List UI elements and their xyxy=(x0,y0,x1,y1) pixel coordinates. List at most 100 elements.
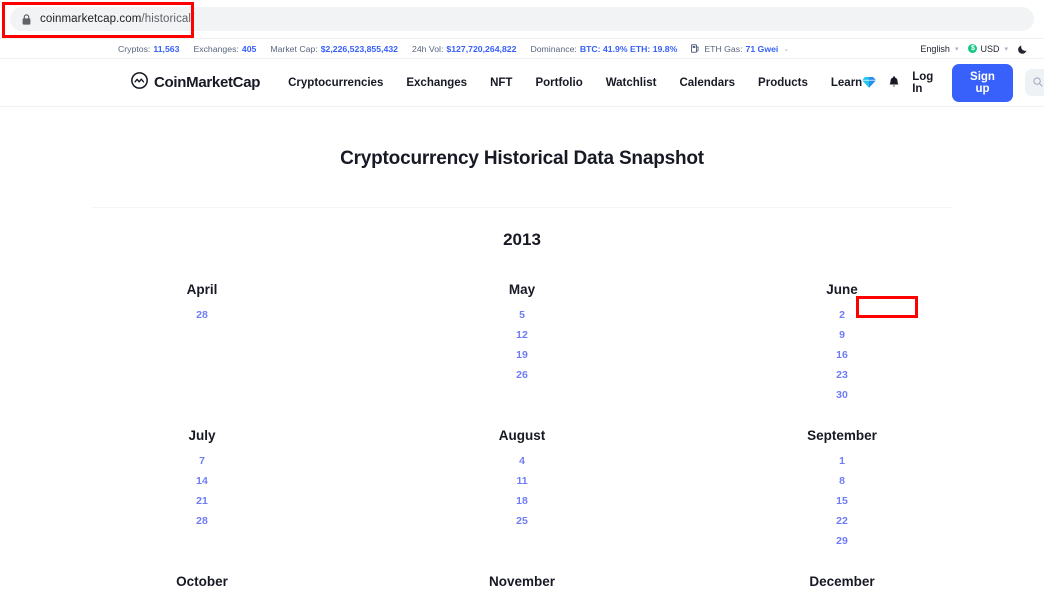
day-link[interactable]: 4 xyxy=(362,455,682,468)
stat-exchanges-value: 405 xyxy=(242,44,257,54)
day-link[interactable]: 15 xyxy=(682,495,1002,508)
chevron-down-icon: ▾ xyxy=(1004,45,1008,53)
day-link[interactable]: 21 xyxy=(42,495,362,508)
month-name: December xyxy=(682,574,1002,589)
month-name: November xyxy=(362,574,682,589)
day-link-june-2[interactable]: 2 xyxy=(682,309,1002,322)
day-list: 2 9 16 23 30 xyxy=(682,309,1002,402)
day-link[interactable]: 8 xyxy=(682,475,1002,488)
day-link[interactable]: 16 xyxy=(682,349,1002,362)
stat-dominance-label: Dominance: xyxy=(530,44,576,54)
main-navigation: CoinMarketCap Cryptocurrencies Exchanges… xyxy=(0,59,1044,107)
day-link[interactable]: 1 xyxy=(682,455,1002,468)
nav-link-cryptocurrencies[interactable]: Cryptocurrencies xyxy=(288,77,383,89)
nav-actions: Log In Sign up Search / xyxy=(862,64,1044,102)
language-label: English xyxy=(920,44,950,54)
day-link[interactable]: 23 xyxy=(682,369,1002,382)
stat-market-cap[interactable]: Market Cap: $2,226,523,855,432 xyxy=(270,44,398,54)
chevron-down-icon: ⌄ xyxy=(783,45,789,53)
day-list: 7 14 21 28 xyxy=(42,455,362,528)
stat-eth-gas-value: 71 Gwei xyxy=(745,44,778,54)
month-block-september: September 1 8 15 22 29 xyxy=(682,428,1002,548)
stat-exchanges[interactable]: Exchanges: 405 xyxy=(193,44,256,54)
month-block-november: November 3 10 xyxy=(362,574,682,592)
browser-toolbar: coinmarketcap.com/historical/ xyxy=(0,0,1044,38)
stat-eth-gas[interactable]: ETH Gas: 71 Gwei ⌄ xyxy=(691,44,789,54)
day-link[interactable]: 5 xyxy=(362,309,682,322)
url-path: /historical/ xyxy=(141,13,194,25)
chevron-down-icon: ▾ xyxy=(955,45,959,53)
nav-link-watchlist[interactable]: Watchlist xyxy=(606,77,657,89)
logo[interactable]: CoinMarketCap xyxy=(131,72,260,94)
nav-link-nft[interactable]: NFT xyxy=(490,77,512,89)
day-link[interactable]: 19 xyxy=(362,349,682,362)
stat-cryptos[interactable]: Cryptos: 11,563 xyxy=(118,44,179,54)
day-link[interactable]: 9 xyxy=(682,329,1002,342)
stat-market-cap-label: Market Cap: xyxy=(270,44,317,54)
day-link[interactable]: 14 xyxy=(42,475,362,488)
language-selector[interactable]: English ▾ xyxy=(920,44,958,54)
currency-selector[interactable]: $ USD ▾ xyxy=(968,44,1008,54)
moon-icon[interactable] xyxy=(1018,44,1028,54)
year-heading: 2013 xyxy=(0,230,1044,250)
day-link[interactable]: 29 xyxy=(682,535,1002,548)
stat-dominance[interactable]: Dominance: BTC: 41.9% ETH: 19.8% xyxy=(530,44,677,54)
coinmarketcap-logo-icon xyxy=(131,72,148,94)
bell-icon[interactable] xyxy=(888,76,900,89)
stat-24h-vol[interactable]: 24h Vol: $127,720,264,822 xyxy=(412,44,516,54)
login-button[interactable]: Log In xyxy=(912,71,940,95)
day-list: 1 8 15 22 29 xyxy=(682,455,1002,548)
day-link[interactable]: 25 xyxy=(362,515,682,528)
stat-24h-vol-label: 24h Vol: xyxy=(412,44,443,54)
historical-calendar-grid: April 28 May 5 12 19 26 June 2 9 16 23 3… xyxy=(42,250,1002,592)
day-link[interactable]: 18 xyxy=(362,495,682,508)
month-block-may: May 5 12 19 26 xyxy=(362,282,682,402)
month-name: May xyxy=(362,282,682,297)
month-name: August xyxy=(362,428,682,443)
month-block-december: December 1 8 xyxy=(682,574,1002,592)
signup-button[interactable]: Sign up xyxy=(952,64,1012,102)
month-name: September xyxy=(682,428,1002,443)
search-input[interactable]: Search / xyxy=(1025,69,1044,96)
day-link[interactable]: 28 xyxy=(42,309,362,322)
nav-link-learn[interactable]: Learn xyxy=(831,77,862,89)
month-block-june: June 2 9 16 23 30 xyxy=(682,282,1002,402)
day-list: 4 11 18 25 xyxy=(362,455,682,528)
nav-links: Cryptocurrencies Exchanges NFT Portfolio… xyxy=(288,77,862,89)
day-list: 5 12 19 26 xyxy=(362,309,682,382)
nav-link-products[interactable]: Products xyxy=(758,77,808,89)
day-link[interactable]: 11 xyxy=(362,475,682,488)
month-block-august: August 4 11 18 25 xyxy=(362,428,682,548)
stat-cryptos-label: Cryptos: xyxy=(118,44,150,54)
day-link[interactable]: 30 xyxy=(682,389,1002,402)
month-name: April xyxy=(42,282,362,297)
day-link[interactable]: 7 xyxy=(42,455,362,468)
stat-cryptos-value: 11,563 xyxy=(153,44,179,54)
month-block-july: July 7 14 21 28 xyxy=(42,428,362,548)
day-link[interactable]: 28 xyxy=(42,515,362,528)
global-stats-bar: Cryptos: 11,563 Exchanges: 405 Market Ca… xyxy=(0,38,1044,59)
nav-link-calendars[interactable]: Calendars xyxy=(679,77,735,89)
stat-24h-vol-value: $127,720,264,822 xyxy=(446,44,516,54)
month-block-april: April 28 xyxy=(42,282,362,402)
day-link[interactable]: 22 xyxy=(682,515,1002,528)
day-link[interactable]: 26 xyxy=(362,369,682,382)
brand-name: CoinMarketCap xyxy=(154,74,260,91)
stat-dominance-value: BTC: 41.9% ETH: 19.8% xyxy=(580,44,678,54)
currency-label: USD xyxy=(980,44,999,54)
day-list: 28 xyxy=(42,309,362,322)
month-name: July xyxy=(42,428,362,443)
day-link[interactable]: 12 xyxy=(362,329,682,342)
address-bar-text: coinmarketcap.com/historical/ xyxy=(40,13,194,25)
currency-symbol-icon: $ xyxy=(968,44,977,53)
lock-icon xyxy=(22,14,31,25)
diamond-icon[interactable] xyxy=(862,76,876,89)
nav-link-exchanges[interactable]: Exchanges xyxy=(406,77,467,89)
page-title: Cryptocurrency Historical Data Snapshot xyxy=(0,148,1044,170)
nav-link-portfolio[interactable]: Portfolio xyxy=(535,77,582,89)
search-icon xyxy=(1033,74,1043,92)
address-bar[interactable]: coinmarketcap.com/historical/ xyxy=(10,7,1034,31)
stats-bar-right: English ▾ $ USD ▾ xyxy=(920,44,1028,54)
stat-market-cap-value: $2,226,523,855,432 xyxy=(321,44,398,54)
url-domain: coinmarketcap.com xyxy=(40,13,141,25)
